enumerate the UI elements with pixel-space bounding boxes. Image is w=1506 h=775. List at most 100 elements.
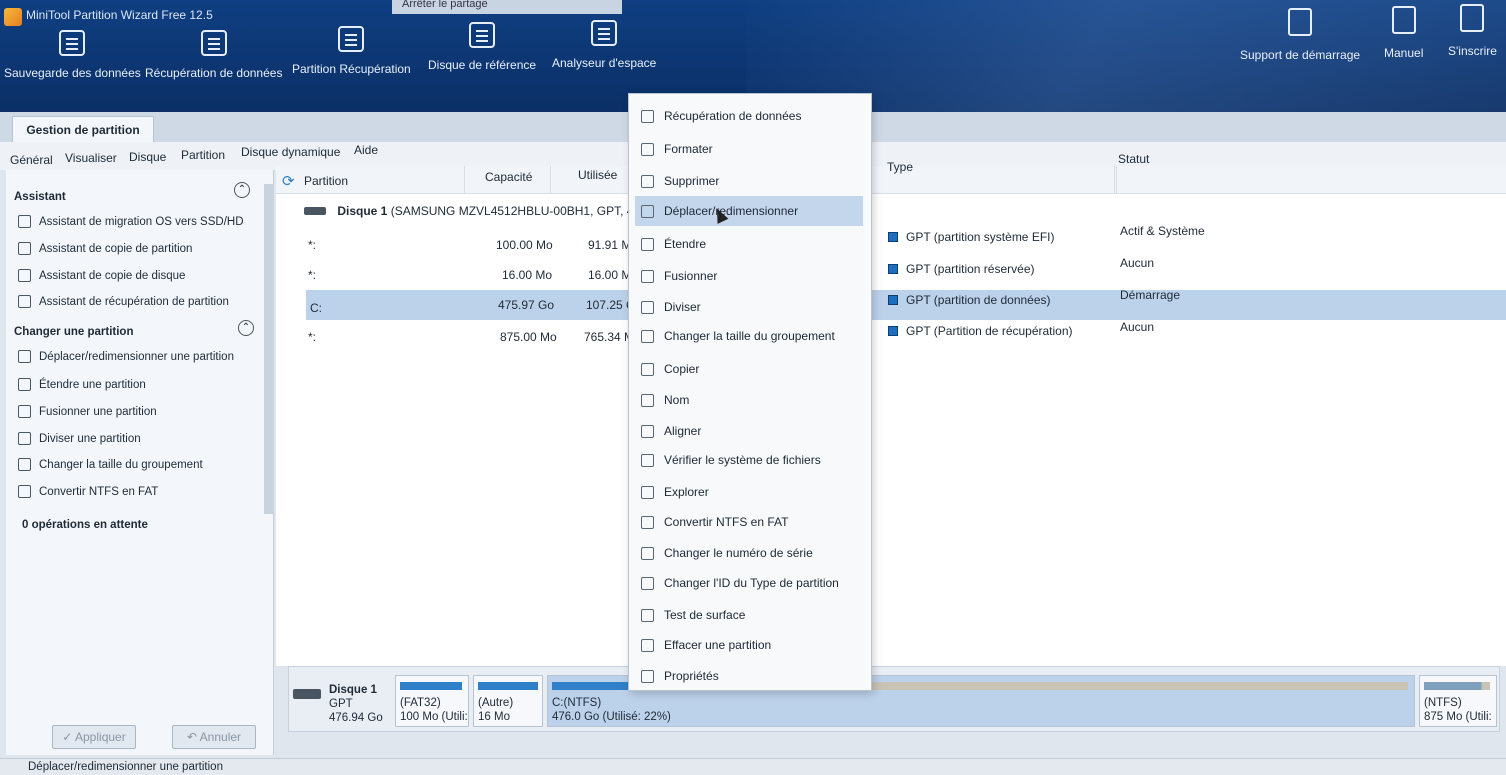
toolbar-backup-label: Sauvegarde des données (4, 66, 141, 80)
disk-map-icon (293, 689, 321, 699)
extend-icon (18, 378, 31, 391)
toolbar-space-analyzer-label: Analyseur d'espace (552, 56, 657, 70)
move-resize-icon (18, 350, 31, 363)
merge-icon (18, 405, 31, 418)
migrate-os-icon (18, 215, 31, 228)
ctx-delete[interactable]: Supprimer (635, 167, 863, 195)
serial-icon (641, 546, 654, 560)
align-icon (641, 424, 654, 438)
usage-bar (1424, 682, 1490, 690)
table-row[interactable]: *: 16.00 Mo 16.00 Mc GPT (partition rése… (306, 256, 1506, 288)
menu-help[interactable]: Aide (354, 143, 378, 157)
disk-icon (304, 207, 326, 215)
action-convert-ntfs-fat[interactable]: Convertir NTFS en FAT (18, 485, 158, 498)
ctx-partition-type-id[interactable]: Changer l'ID du Type de partition (635, 569, 863, 597)
sidebar: Assistant ⌃ Assistant de migration OS ve… (6, 170, 274, 755)
menu-view[interactable]: Visualiser (65, 151, 117, 165)
type-cell: GPT (partition de données) (888, 293, 1051, 307)
merge-icon (641, 269, 654, 283)
ctx-serial-number[interactable]: Changer le numéro de série (635, 539, 863, 567)
toolbar-disk-benchmark[interactable]: Disque de référence (428, 22, 536, 72)
menu-dynamic-disk[interactable]: Disque dynamique (241, 145, 340, 159)
col-capacity[interactable]: Capacité (485, 170, 532, 184)
disk-benchmark-icon (469, 22, 496, 48)
action-split[interactable]: Diviser une partition (18, 432, 141, 445)
disk-map: Disque 1 GPT 476.94 Go (FAT32) 100 Mo (U… (288, 666, 1500, 732)
wizard-copy-partition[interactable]: Assistant de copie de partition (18, 242, 192, 255)
ctx-check-fs[interactable]: Vérifier le système de fichiers (635, 446, 863, 474)
ctx-explore[interactable]: Explorer (635, 478, 863, 506)
undo-button[interactable]: ↶ Annuler (172, 725, 256, 749)
check-fs-icon (641, 453, 654, 467)
menu-general[interactable]: Général (10, 153, 53, 167)
col-status[interactable]: Statut (1118, 152, 1149, 166)
disk-map-partition-reserved[interactable]: (Autre) 16 Mo (473, 675, 543, 727)
properties-icon (641, 669, 654, 683)
col-used[interactable]: Utilisée (578, 168, 617, 182)
toolbar-bootable-media-label: Support de démarrage (1240, 48, 1361, 62)
toolbar-bootable-media[interactable]: Support de démarrage (1240, 8, 1360, 62)
toolbar-partition-recovery[interactable]: Partition Récupération (292, 26, 411, 76)
split-icon (641, 300, 654, 314)
section-wizard: Assistant (14, 191, 66, 203)
extend-icon (641, 237, 654, 251)
toolbar-manual[interactable]: Manuel (1384, 6, 1423, 60)
wizard-copy-disk[interactable]: Assistant de copie de disque (18, 269, 185, 282)
ctx-format[interactable]: Formater (635, 135, 863, 163)
table-row[interactable]: *: 100.00 Mo 91.91 Mc GPT (partition sys… (306, 224, 1506, 258)
ctx-copy[interactable]: Copier (635, 355, 863, 383)
copy-partition-icon (18, 242, 31, 255)
collapse-change-icon[interactable]: ⌃ (238, 320, 254, 336)
type-cell: GPT (partition réservée) (888, 262, 1035, 276)
ctx-label[interactable]: Nom (635, 386, 863, 414)
table-row[interactable]: *: 875.00 Mo 765.34 Mc GPT (Partition de… (306, 320, 1506, 350)
copy-disk-icon (18, 269, 31, 282)
ctx-wipe-partition[interactable]: Effacer une partition (635, 631, 863, 659)
mini-tab[interactable]: Arrêter le partage (392, 0, 622, 14)
col-partition[interactable]: Partition (304, 174, 348, 188)
ctx-cluster-size[interactable]: Changer la taille du groupement (635, 322, 863, 350)
toolbar-data-recovery[interactable]: Récupération de données (145, 30, 282, 80)
disk-detail: (SAMSUNG MZVL4512HBLU-00BH1, GPT, 476.94 (390, 204, 664, 218)
wizard-partition-recovery[interactable]: Assistant de récupération de partition (18, 295, 229, 308)
menu-partition[interactable]: Partition (181, 148, 225, 162)
type-id-icon (641, 576, 654, 590)
action-extend[interactable]: Étendre une partition (18, 378, 146, 391)
app-title: MiniTool Partition Wizard Free 12.5 (26, 8, 213, 22)
ctx-align[interactable]: Aligner (635, 417, 863, 445)
toolbar-register-label: S'inscrire (1448, 44, 1497, 58)
split-icon (18, 432, 31, 445)
ctx-move-resize[interactable]: Déplacer/redimensionner (635, 196, 863, 226)
partition-recovery-icon (338, 26, 365, 52)
convert-icon (641, 515, 654, 529)
ctx-extend[interactable]: Étendre (635, 230, 863, 258)
toolbar-backup[interactable]: Sauvegarde des données (4, 30, 141, 80)
ctx-convert-ntfs-fat[interactable]: Convertir NTFS en FAT (635, 508, 863, 536)
ctx-data-recovery[interactable]: Récupération de données (635, 102, 863, 130)
sidebar-scrollbar[interactable] (264, 184, 274, 514)
collapse-wizard-icon[interactable]: ⌃ (234, 182, 250, 198)
toolbar-space-analyzer[interactable]: Analyseur d'espace (552, 20, 656, 70)
ctx-merge[interactable]: Fusionner (635, 262, 863, 290)
disk-row[interactable]: Disque 1 (SAMSUNG MZVL4512HBLU-00BH1, GP… (304, 204, 663, 218)
ctx-properties[interactable]: Propriétés (635, 662, 863, 690)
disk-map-info[interactable]: Disque 1 GPT 476.94 Go (329, 683, 383, 725)
cluster-size-icon (18, 458, 31, 471)
action-cluster-size[interactable]: Changer la taille du groupement (18, 458, 203, 471)
ctx-surface-test[interactable]: Test de surface (635, 601, 863, 629)
ctx-split[interactable]: Diviser (635, 293, 863, 321)
disk-label: Disque 1 (337, 204, 388, 218)
tab-partition-management[interactable]: Gestion de partition (12, 116, 154, 142)
action-move-resize[interactable]: Déplacer/redimensionner une partition (18, 350, 234, 363)
col-type[interactable]: Type (887, 160, 913, 174)
toolbar-register[interactable]: S'inscrire (1448, 4, 1497, 58)
wizard-migrate-os[interactable]: Assistant de migration OS vers SSD/HD (18, 215, 244, 228)
table-row-selected[interactable]: C: 475.97 Go 107.25 Gc GPT (partition de… (306, 288, 1506, 320)
apply-button[interactable]: ✓ Appliquer (52, 725, 136, 749)
disk-map-partition-recovery[interactable]: (NTFS) 875 Mo (Utili: (1419, 675, 1497, 727)
menu-disk[interactable]: Disque (129, 150, 166, 164)
disk-map-partition-efi[interactable]: (FAT32) 100 Mo (Utili: (395, 675, 469, 727)
action-merge[interactable]: Fusionner une partition (18, 405, 157, 418)
refresh-icon[interactable]: ⟳ (282, 172, 295, 190)
convert-icon (18, 485, 31, 498)
